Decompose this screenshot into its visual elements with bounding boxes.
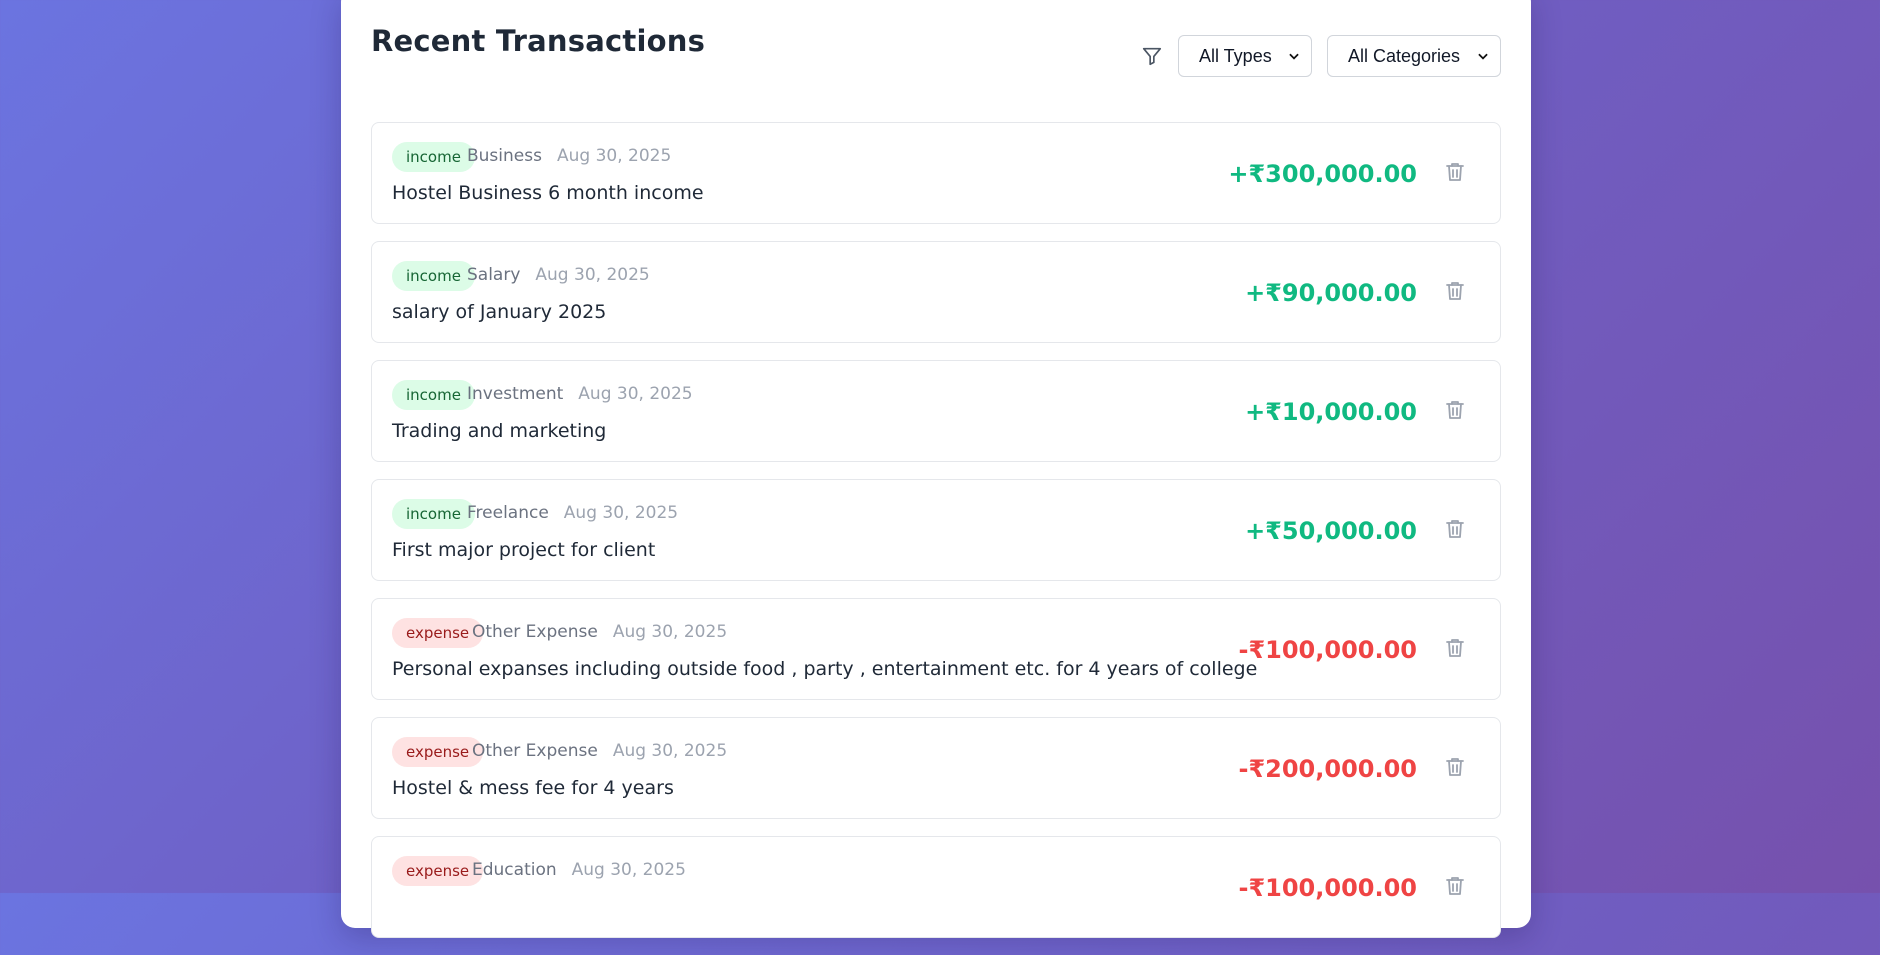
transaction-meta: Freelance Aug 30, 2025 [467,501,678,525]
transaction-item: expense Other Expense Aug 30, 2025 Hoste… [371,717,1501,819]
transaction-item: income Business Aug 30, 2025 Hostel Busi… [371,122,1501,224]
transaction-item: income Salary Aug 30, 2025 salary of Jan… [371,241,1501,343]
transactions-card: Recent Transactions All Types All Catego… [341,0,1531,938]
transaction-item: income Freelance Aug 30, 2025 First majo… [371,479,1501,581]
transaction-amount: +₹10,000.00 [1245,398,1417,426]
transaction-description: Hostel & mess fee for 4 years [392,777,674,799]
filter-icon [1142,47,1162,66]
transaction-amount: +₹50,000.00 [1245,517,1417,545]
type-filter-value: All Types [1199,45,1272,66]
category-filter-value: All Categories [1348,45,1461,66]
date-label: Aug 30, 2025 [563,503,679,523]
category-label: Freelance [467,503,549,523]
category-label: Business [467,146,542,166]
trash-icon[interactable] [1443,636,1467,660]
trash-icon[interactable] [1443,874,1467,898]
type-badge: expense [392,618,484,648]
trash-icon[interactable] [1443,398,1467,422]
chevron-down-icon [1478,53,1488,60]
transaction-description: Trading and marketing [392,420,607,442]
page-title: Recent Transactions [371,24,706,58]
transaction-description: First major project for client [392,539,656,561]
category-label: Education [472,860,557,880]
type-badge: income [392,261,475,291]
category-filter-select[interactable]: All Categories [1327,35,1501,77]
type-badge: income [392,142,475,172]
date-label: Aug 30, 2025 [556,146,672,166]
transaction-list: income Business Aug 30, 2025 Hostel Busi… [371,122,1501,955]
category-label: Investment [467,384,564,404]
transaction-meta: Education Aug 30, 2025 [472,858,686,882]
trash-icon[interactable] [1443,517,1467,541]
category-label: Other Expense [472,741,598,761]
type-badge: income [392,380,475,410]
transaction-description: Personal expanses including outside food… [392,658,1258,680]
category-label: Other Expense [472,622,598,642]
transaction-meta: Business Aug 30, 2025 [467,144,671,168]
transaction-meta: Other Expense Aug 30, 2025 [472,739,727,763]
date-label: Aug 30, 2025 [612,741,728,761]
transaction-meta: Salary Aug 30, 2025 [467,263,650,287]
transaction-description: salary of January 2025 [392,301,607,323]
trash-icon[interactable] [1443,755,1467,779]
transaction-meta: Other Expense Aug 30, 2025 [472,620,727,644]
category-label: Salary [467,265,521,285]
type-badge: expense [392,856,484,886]
date-label: Aug 30, 2025 [578,384,693,404]
chevron-down-icon [1289,53,1299,60]
transaction-item: expense Education Aug 30, 2025 -₹100,000… [371,836,1501,938]
transaction-meta: Investment Aug 30, 2025 [467,382,693,406]
transaction-amount: -₹100,000.00 [1238,636,1418,664]
type-badge: income [392,499,475,529]
date-label: Aug 30, 2025 [571,860,686,880]
transaction-item: income Investment Aug 30, 2025 Trading a… [371,360,1501,462]
trash-icon[interactable] [1443,279,1467,303]
type-badge: expense [392,737,484,767]
transaction-item: expense Other Expense Aug 30, 2025 Perso… [371,598,1501,700]
transaction-amount: -₹200,000.00 [1238,755,1418,783]
transaction-amount: +₹300,000.00 [1228,160,1417,188]
type-filter-select[interactable]: All Types [1178,35,1312,77]
date-label: Aug 30, 2025 [535,265,650,285]
date-label: Aug 30, 2025 [612,622,728,642]
transaction-amount: +₹90,000.00 [1245,279,1417,307]
transaction-description: Hostel Business 6 month income [392,182,704,204]
transaction-amount: -₹100,000.00 [1238,874,1418,902]
trash-icon[interactable] [1443,160,1467,184]
